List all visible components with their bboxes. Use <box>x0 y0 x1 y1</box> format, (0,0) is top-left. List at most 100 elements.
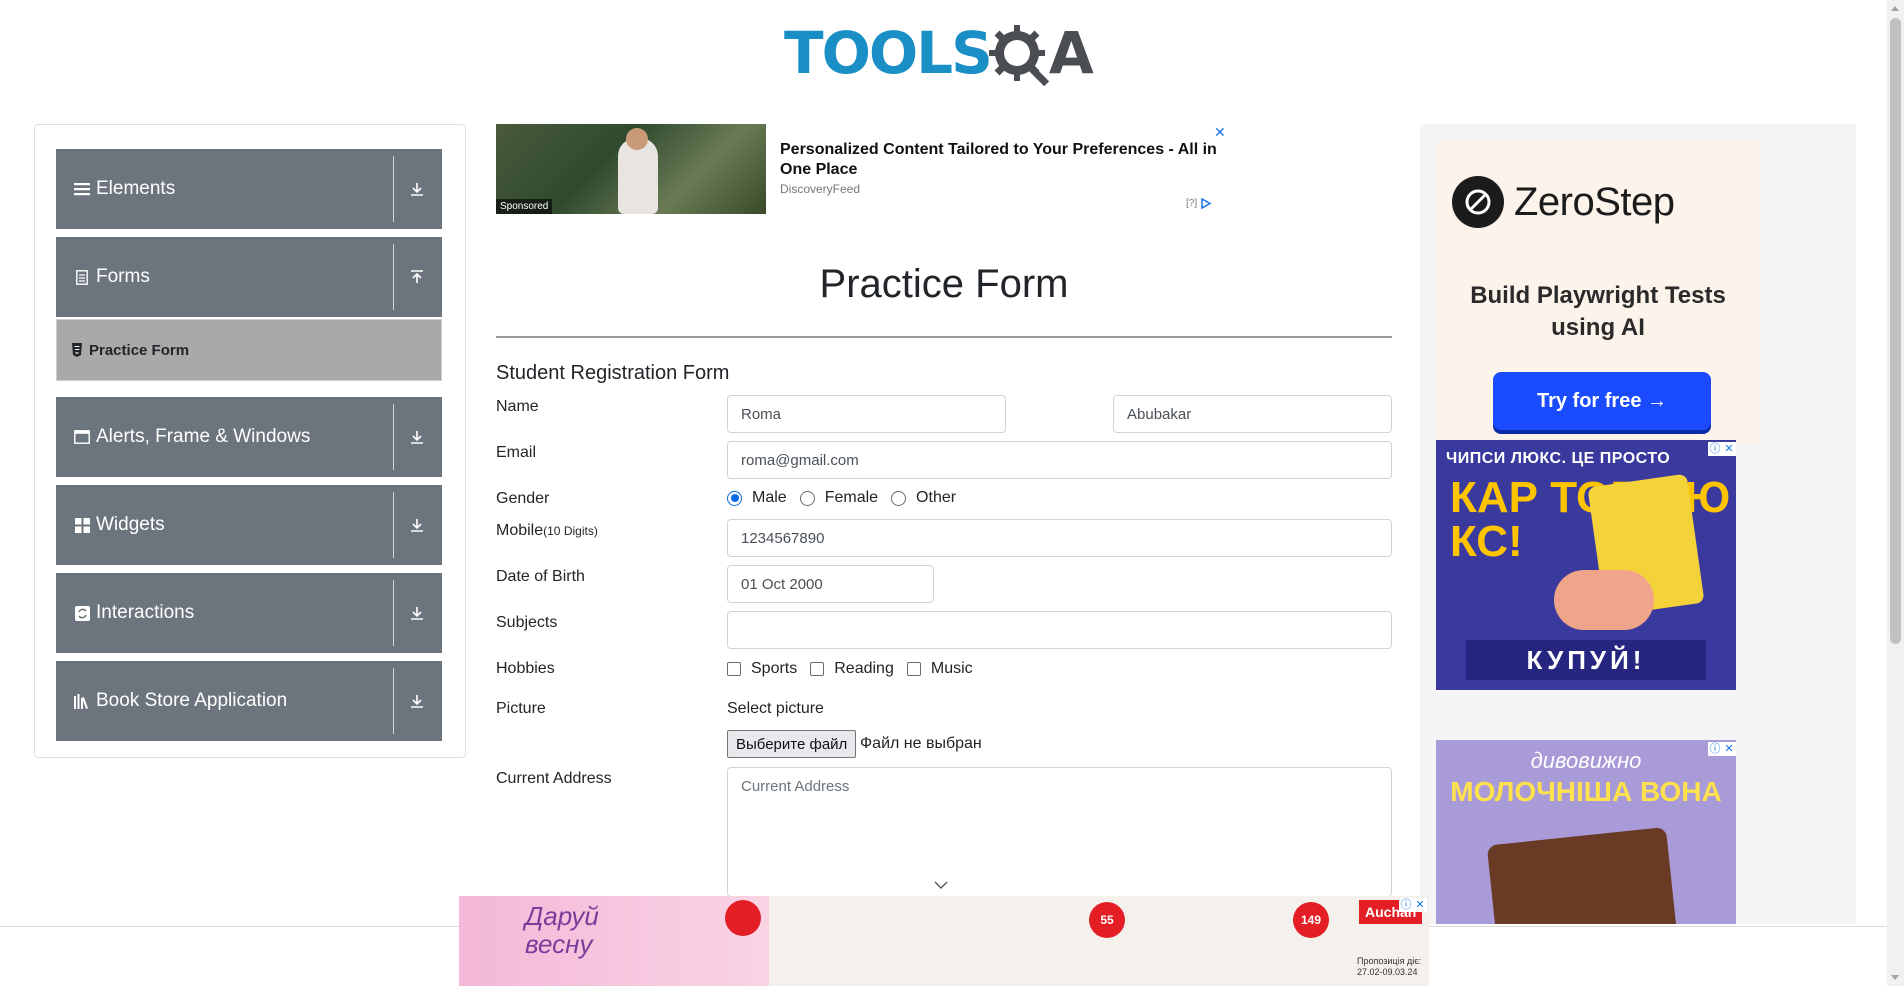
gender-female-option[interactable]: Female <box>799 489 879 507</box>
scrollbar-thumb[interactable] <box>1890 18 1901 644</box>
ad-headline[interactable]: Personalized Content Tailored to Your Pr… <box>780 140 1220 180</box>
checkbox-label: Music <box>930 660 973 677</box>
close-icon[interactable]: ✕ <box>1214 124 1226 141</box>
promo-dates: Пропозиція діє: 27.02-09.03.24 <box>1357 956 1421 978</box>
promo-panel[interactable]: Даруй весну <box>459 896 769 986</box>
subjects-input[interactable] <box>727 611 1392 649</box>
hobby-sports-option[interactable]: Sports <box>727 660 797 678</box>
checkbox-label: Sports <box>751 660 798 677</box>
sidebar-group-label: Widgets <box>96 514 165 535</box>
logo-text-a: A <box>1048 19 1094 87</box>
date-of-birth-input[interactable]: 01 Oct 2000 <box>727 565 934 603</box>
sidebar-group-book-store[interactable]: Book Store Application <box>56 661 442 741</box>
sidebar-item-label: Practice Form <box>89 341 190 359</box>
sidebar-group-interactions[interactable]: Interactions <box>56 573 442 653</box>
checkbox-label: Reading <box>834 660 894 677</box>
window-icon <box>74 429 90 445</box>
zerostep-ad[interactable]: ZeroStep Build Playwright Tests using AI… <box>1436 142 1760 442</box>
adchoices-label: [?] <box>1186 198 1198 210</box>
ad-close-icon[interactable]: ✕ <box>1722 442 1736 456</box>
upload-arrow-icon[interactable] <box>408 268 426 286</box>
email-label: Email <box>496 444 537 461</box>
first-name-input[interactable]: Roma <box>727 395 1006 433</box>
sidebar: Elements Forms Practice Form Alerts, Fra… <box>34 124 466 758</box>
hobby-music-option[interactable]: Music <box>906 660 973 678</box>
gender-label: Gender <box>496 490 550 507</box>
divider <box>496 336 1392 338</box>
milka-ad-line1: дивовижно <box>1530 748 1642 773</box>
download-arrow-icon[interactable] <box>408 604 426 622</box>
sponsored-label: Sponsored <box>496 199 553 214</box>
milka-ad[interactable]: дивовижно МОЛОЧНІША ВОНА ⓘ ✕ <box>1436 740 1736 924</box>
radio-label: Other <box>916 489 957 506</box>
form-title: Student Registration Form <box>496 362 730 384</box>
bottom-banner-ad[interactable]: Даруй весну 55 149 Auchan Пропозиція діє… <box>459 896 1429 986</box>
ad-image[interactable]: Sponsored <box>496 124 766 214</box>
scroll-down-arrow-icon[interactable] <box>1891 975 1899 980</box>
current-address-label: Current Address <box>496 770 612 787</box>
refresh-icon <box>74 605 90 621</box>
sidebar-group-forms[interactable]: Forms <box>56 237 442 317</box>
checkbox[interactable] <box>810 662 825 676</box>
hand-image <box>1554 570 1654 630</box>
divider <box>393 492 394 558</box>
sponsored-ad-banner[interactable]: Sponsored Personalized Content Tailored … <box>496 124 1226 214</box>
promo-period-dates: 27.02-09.03.24 <box>1357 967 1418 977</box>
download-arrow-icon[interactable] <box>408 428 426 446</box>
price-tag: 149 <box>1293 902 1329 938</box>
radio-label: Female <box>824 489 879 506</box>
divider <box>393 244 394 310</box>
chips-ad-slogan: ЧИПСИ ЛЮКС. ЦЕ ПРОСТО <box>1446 450 1671 467</box>
sidebar-group-elements[interactable]: Elements <box>56 149 442 229</box>
current-address-textarea[interactable]: Current Address <box>727 767 1392 897</box>
ad-info-icon[interactable]: ⓘ <box>1708 742 1722 756</box>
download-arrow-icon[interactable] <box>408 180 426 198</box>
page-scrollbar[interactable] <box>1887 0 1904 986</box>
sidebar-group-label: Alerts, Frame & Windows <box>96 426 311 447</box>
gender-radio-group: Male Female Other <box>727 489 969 507</box>
download-arrow-icon[interactable] <box>408 692 426 710</box>
grid-icon <box>74 517 90 533</box>
mobile-field[interactable]: 1234567890 <box>727 519 1392 557</box>
radio-label: Male <box>752 489 787 506</box>
choose-file-button[interactable]: Выберите файл <box>727 730 857 758</box>
try-for-free-button[interactable]: Try for free → <box>1493 372 1711 430</box>
adchoices-icon[interactable]: [?] <box>1186 197 1212 210</box>
email-field[interactable]: roma@gmail.com <box>727 441 1392 479</box>
sidebar-group-widgets[interactable]: Widgets <box>56 485 442 565</box>
chips-ad[interactable]: ЧИПСИ ЛЮКС. ЦЕ ПРОСТО КАР ТОП ЛЮ КС! КУП… <box>1436 440 1736 690</box>
zerostep-name: ZeroStep <box>1514 179 1675 224</box>
sidebar-item-practice-form[interactable]: Practice Form <box>56 319 442 381</box>
gender-other-option[interactable]: Other <box>891 489 956 507</box>
subjects-label: Subjects <box>496 614 558 631</box>
right-ad-column: ZeroStep Build Playwright Tests using AI… <box>1420 124 1856 924</box>
chevron-down-icon[interactable] <box>934 880 948 890</box>
radio-button[interactable] <box>727 490 742 506</box>
ad-info-icon[interactable]: ⓘ <box>1399 898 1413 912</box>
ad-info-icon[interactable]: ⓘ <box>1708 442 1722 456</box>
sidebar-group-alerts[interactable]: Alerts, Frame & Windows <box>56 397 442 477</box>
ad-close-icon[interactable]: ✕ <box>1722 742 1736 756</box>
checkbox[interactable] <box>906 662 921 676</box>
logo-text-tools: TOOLS <box>784 19 993 87</box>
last-name-input[interactable]: Abubakar <box>1113 395 1392 433</box>
hobbies-label: Hobbies <box>496 660 555 677</box>
checkbox[interactable] <box>727 662 741 676</box>
radio-button[interactable] <box>799 490 815 506</box>
hamburger-icon <box>74 181 90 197</box>
radio-button[interactable] <box>891 490 907 506</box>
sidebar-group-label: Elements <box>96 178 176 199</box>
mobile-label-text: Mobile <box>496 522 544 539</box>
download-arrow-icon[interactable] <box>408 516 426 534</box>
milka-ad-line2: МОЛОЧНІША ВОНА <box>1450 776 1722 807</box>
select-picture-label: Select picture <box>727 700 824 717</box>
gender-male-option[interactable]: Male <box>727 489 787 507</box>
ad-source[interactable]: DiscoveryFeed <box>780 182 860 196</box>
hobby-reading-option[interactable]: Reading <box>810 660 894 678</box>
zerostep-tagline: Build Playwright Tests using AI <box>1470 282 1726 341</box>
scroll-up-arrow-icon[interactable] <box>1891 6 1899 11</box>
sidebar-group-label: Book Store Application <box>96 690 288 711</box>
toolsqa-logo[interactable]: TOOLS A <box>784 16 1104 90</box>
promo-text: Даруй весну <box>525 901 599 959</box>
ad-close-icon[interactable]: ✕ <box>1413 898 1427 912</box>
